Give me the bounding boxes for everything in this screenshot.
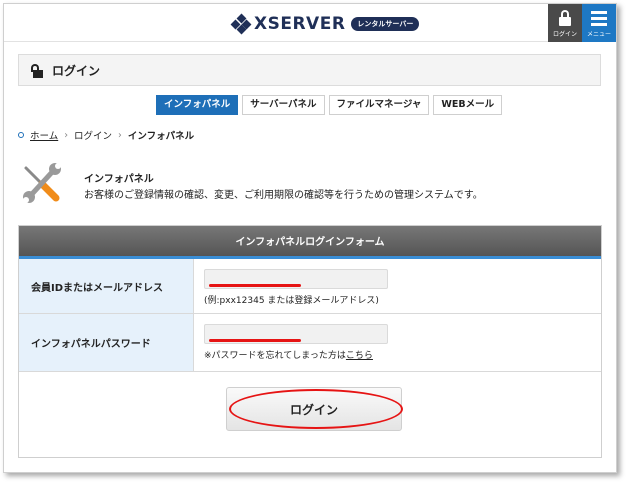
password-input[interactable] xyxy=(204,324,388,344)
service-tabs: インフォパネル サーバーパネル ファイルマネージャ WEBメール xyxy=(156,95,503,115)
hamburger-menu-icon xyxy=(591,10,607,26)
id-input[interactable] xyxy=(204,269,388,289)
breadcrumb-circle-icon xyxy=(18,132,24,138)
page-title-bar: ログイン xyxy=(18,54,601,86)
redaction-mark xyxy=(209,339,301,342)
xserver-logo-icon xyxy=(230,13,252,35)
id-hint: (例:pxx12345 または登録メールアドレス) xyxy=(204,296,379,306)
password-reset-link[interactable]: こちら xyxy=(346,351,373,361)
header-login-button[interactable]: ログイン xyxy=(548,4,582,42)
page-frame: XSERVER レンタルサーバー ログイン メニュー ログイン インフォパネル … xyxy=(3,3,617,473)
chevron-right-icon: › xyxy=(118,129,122,141)
breadcrumb-current: インフォパネル xyxy=(127,131,195,142)
intro-description: お客様のご登録情報の確認、変更、ご利用期限の確認等を行うための管理システムです。 xyxy=(84,190,483,201)
lock-icon xyxy=(559,10,571,26)
password-row: インフォパネルパスワード ※パスワードを忘れてしまった方はこちら xyxy=(19,314,601,372)
tab-webmail[interactable]: WEBメール xyxy=(433,95,503,115)
form-heading: インフォパネルログインフォーム xyxy=(19,226,601,259)
password-label: インフォパネルパスワード xyxy=(19,314,194,371)
id-row: 会員IDまたはメールアドレス (例:pxx12345 または登録メールアドレス) xyxy=(19,259,601,314)
tab-serverpanel[interactable]: サーバーパネル xyxy=(242,95,325,115)
header-login-label: ログイン xyxy=(552,31,577,38)
redaction-mark xyxy=(209,284,301,287)
login-form: インフォパネルログインフォーム 会員IDまたはメールアドレス (例:pxx123… xyxy=(18,225,602,458)
tab-filemanager[interactable]: ファイルマネージャ xyxy=(328,95,430,115)
password-hint-text: ※パスワードを忘れてしまった方は xyxy=(204,351,346,361)
id-field-cell: (例:pxx12345 または登録メールアドレス) xyxy=(194,259,601,313)
breadcrumb: ホーム › ログイン › インフォパネル xyxy=(18,128,194,142)
site-header: XSERVER レンタルサーバー ログイン メニュー xyxy=(4,4,616,42)
id-label: 会員IDまたはメールアドレス xyxy=(19,259,194,313)
intro-title: インフォパネル xyxy=(84,174,154,185)
page-title: ログイン xyxy=(52,64,101,78)
breadcrumb-home-link[interactable]: ホーム xyxy=(30,128,58,142)
tools-icon xyxy=(23,163,61,203)
password-field-cell: ※パスワードを忘れてしまった方はこちら xyxy=(194,314,601,371)
password-hint: ※パスワードを忘れてしまった方はこちら xyxy=(204,348,601,361)
logo-badge: レンタルサーバー xyxy=(351,17,420,31)
unlock-icon xyxy=(30,64,44,78)
header-menu-button[interactable]: メニュー xyxy=(582,4,616,42)
login-button[interactable]: ログイン xyxy=(226,387,402,431)
logo-text: XSERVER xyxy=(254,14,346,34)
breadcrumb-login: ログイン xyxy=(74,131,113,142)
tab-infopanel[interactable]: インフォパネル xyxy=(156,95,239,115)
header-menu-label: メニュー xyxy=(586,31,611,38)
chevron-right-icon: › xyxy=(64,129,69,141)
submit-area: ログイン xyxy=(19,372,601,452)
xserver-logo[interactable]: XSERVER レンタルサーバー xyxy=(230,13,420,35)
